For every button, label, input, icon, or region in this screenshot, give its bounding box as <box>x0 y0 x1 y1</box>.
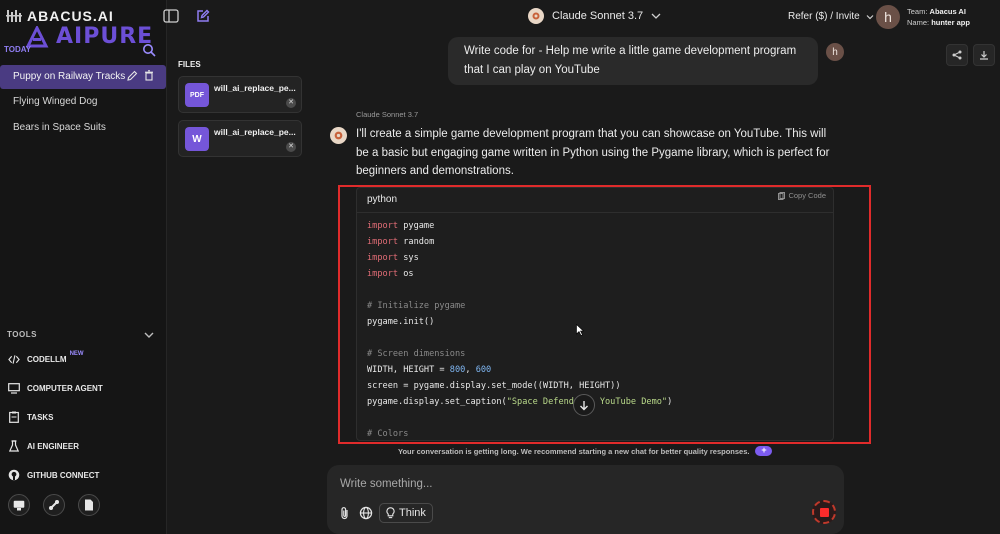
document-icon <box>85 499 93 511</box>
new-chat-icon[interactable] <box>196 9 210 23</box>
chevron-down-icon <box>866 14 874 19</box>
chevron-down-icon[interactable] <box>143 330 155 340</box>
chat-label: Flying Winged Dog <box>13 96 98 107</box>
tool-tasks[interactable]: TASKS <box>8 409 54 425</box>
lightbulb-icon <box>386 507 395 519</box>
sidebar-toggle-icon[interactable] <box>163 9 179 23</box>
brand-name: ABACUS.AI <box>27 8 114 24</box>
edit-icon[interactable] <box>127 70 138 81</box>
trash-icon[interactable] <box>144 70 154 81</box>
download-icon <box>980 51 988 60</box>
claude-logo-icon <box>528 8 544 24</box>
integrations-button[interactable] <box>43 494 65 516</box>
long-conversation-notice: Your conversation is getting long. We re… <box>398 446 773 456</box>
refer-invite-link[interactable]: Refer ($) / Invite <box>788 11 874 22</box>
message-input[interactable] <box>340 476 800 492</box>
monitor-icon <box>8 382 20 394</box>
sidebar-chat-flying-dog[interactable]: Flying Winged Dog <box>0 90 166 114</box>
tools-heading: TOOLS <box>7 330 37 339</box>
share-button[interactable] <box>946 44 968 66</box>
file-name: will_ai_replace_pe... <box>214 127 296 137</box>
name-value: hunter app <box>931 18 970 27</box>
sidebar-chat-puppy[interactable]: Puppy on Railway Tracks <box>0 65 166 89</box>
watermark: AIPURE <box>26 24 153 49</box>
think-toggle[interactable]: Think <box>379 503 433 523</box>
sidebar-chat-bears[interactable]: Bears in Space Suits <box>0 116 166 140</box>
remove-file-icon[interactable]: ✕ <box>286 142 296 152</box>
team-value: Abacus AI <box>929 7 966 16</box>
tool-codellm[interactable]: CODELLM NEW <box>8 351 84 367</box>
model-name: Claude Sonnet 3.7 <box>552 10 644 22</box>
model-selector[interactable]: Claude Sonnet 3.7 <box>528 8 661 24</box>
tool-label: TASKS <box>27 412 54 422</box>
assistant-model-label: Claude Sonnet 3.7 <box>356 110 419 119</box>
documents-button[interactable] <box>78 494 100 516</box>
highlight-box <box>338 185 871 444</box>
clipboard-icon <box>8 411 20 423</box>
arrow-down-icon <box>580 400 588 410</box>
desktop-app-button[interactable] <box>8 494 30 516</box>
sidebar-bottom-actions <box>8 494 100 516</box>
word-file-icon: W <box>185 127 209 151</box>
user-message: Write code for - Help me write a little … <box>448 37 818 85</box>
file-name: will_ai_replace_pe... <box>214 83 296 93</box>
assistant-message: I'll create a simple game development pr… <box>356 128 830 177</box>
abacus-logo-icon <box>6 10 22 22</box>
tool-label: CODELLM <box>27 354 67 364</box>
user-message-avatar: h <box>826 43 844 61</box>
chevron-down-icon <box>651 13 661 19</box>
notice-text: Your conversation is getting long. We re… <box>398 446 750 456</box>
file-card-word[interactable]: W will_ai_replace_pe... ✕ <box>178 120 302 157</box>
sidebar: ABACUS.AI AIPURE TODAY Puppy on Railway … <box>0 0 167 534</box>
tool-label: COMPUTER AGENT <box>27 383 103 393</box>
tool-github-connect[interactable]: GITHUB CONNECT <box>8 467 99 483</box>
conversation-actions <box>946 44 995 66</box>
download-button[interactable] <box>973 44 995 66</box>
tool-label: AI ENGINEER <box>27 441 80 451</box>
name-label: Name: <box>907 18 930 27</box>
search-icon[interactable] <box>142 43 156 57</box>
chat-label: Puppy on Railway Tracks <box>13 71 126 82</box>
stop-icon <box>819 507 829 517</box>
file-card-pdf[interactable]: PDF will_ai_replace_pe... ✕ <box>178 76 302 113</box>
paperclip-icon[interactable] <box>339 506 351 520</box>
code-icon <box>8 353 20 365</box>
pdf-file-icon: PDF <box>185 83 209 107</box>
chat-label: Bears in Space Suits <box>13 122 106 133</box>
share-icon <box>952 50 962 60</box>
stop-generation-button[interactable] <box>812 500 836 524</box>
mouse-cursor-icon <box>576 324 584 336</box>
tool-label: GITHUB CONNECT <box>27 470 100 480</box>
user-avatar[interactable]: h <box>876 5 900 29</box>
tool-computer-agent[interactable]: COMPUTER AGENT <box>8 380 103 396</box>
composer: Think <box>327 465 844 534</box>
claude-logo-icon <box>330 127 347 144</box>
flask-icon <box>8 440 20 452</box>
team-label: Team: <box>907 7 928 16</box>
remove-file-icon[interactable]: ✕ <box>286 98 296 108</box>
refer-label: Refer ($) / Invite <box>788 11 860 22</box>
new-badge: NEW <box>69 351 84 357</box>
scroll-to-bottom-button[interactable] <box>573 394 595 416</box>
globe-icon[interactable] <box>359 506 373 520</box>
monitor-chat-icon <box>13 500 25 510</box>
tool-ai-engineer[interactable]: AI ENGINEER <box>8 438 79 454</box>
section-today: TODAY <box>4 45 32 54</box>
files-heading: FILES <box>178 60 201 69</box>
new-chat-plus-button[interactable]: + <box>755 446 773 456</box>
plug-icon <box>49 500 59 510</box>
github-icon <box>8 469 20 481</box>
think-label: Think <box>399 507 426 519</box>
brand[interactable]: ABACUS.AI <box>6 8 114 24</box>
watermark-text: AIPURE <box>56 24 154 49</box>
team-info: Team: Abacus AI Name: hunter app <box>907 6 970 28</box>
